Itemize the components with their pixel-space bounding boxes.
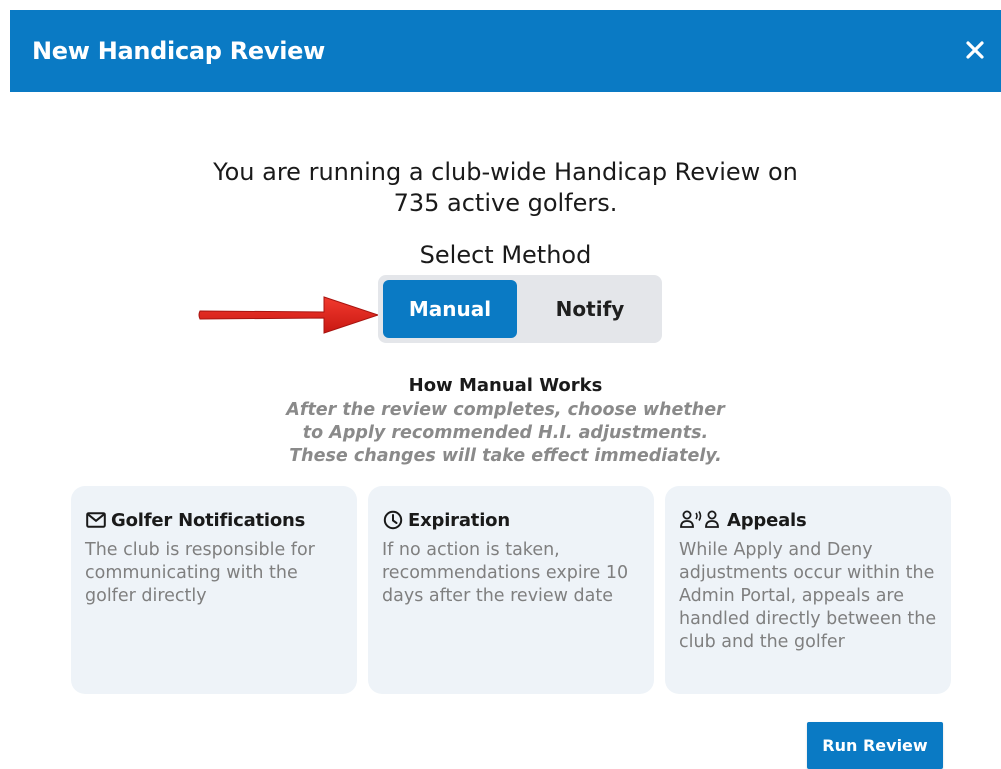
how-manual-works-description: After the review completes, choose wheth… bbox=[10, 399, 1001, 468]
select-method-heading: Select Method bbox=[419, 241, 592, 269]
card-body: The club is responsible for communicatin… bbox=[85, 540, 315, 606]
card-body: While Apply and Deny adjustments occur w… bbox=[679, 540, 937, 652]
how-line-2: to Apply recommended H.I. adjustments. bbox=[302, 423, 709, 443]
how-manual-works-title: How Manual Works bbox=[408, 375, 603, 396]
card-body: If no action is taken, recommendations e… bbox=[382, 540, 629, 606]
people-talking-icon bbox=[679, 509, 723, 531]
intro-line-2: 735 active golfers. bbox=[393, 189, 618, 217]
card-title: Golfer Notifications bbox=[111, 509, 306, 531]
modal-title: New Handicap Review bbox=[32, 37, 325, 65]
card-title: Expiration bbox=[408, 509, 510, 531]
card-header: Golfer Notifications bbox=[85, 509, 305, 531]
how-line-1: After the review completes, choose wheth… bbox=[286, 400, 725, 420]
clock-icon bbox=[382, 509, 404, 531]
close-icon bbox=[966, 41, 984, 59]
info-card-appeals: Appeals While Apply and Deny adjustments… bbox=[665, 486, 951, 694]
card-header: Appeals bbox=[679, 509, 807, 531]
red-arrow-annotation bbox=[198, 296, 380, 334]
info-card-golfer-notifications: Golfer Notifications The club is respons… bbox=[71, 486, 357, 694]
card-header: Expiration bbox=[382, 509, 510, 531]
info-card-expiration: Expiration If no action is taken, recomm… bbox=[368, 486, 654, 694]
mail-icon bbox=[85, 509, 107, 531]
close-button[interactable] bbox=[963, 38, 987, 62]
intro-line-1: You are running a club-wide Handicap Rev… bbox=[213, 158, 798, 186]
method-option-notify[interactable]: Notify bbox=[523, 280, 657, 338]
new-handicap-review-modal: New Handicap Review You are running a cl… bbox=[10, 10, 1001, 769]
method-option-manual[interactable]: Manual bbox=[383, 280, 517, 338]
card-title: Appeals bbox=[727, 509, 807, 531]
how-line-3: These changes will take effect immediate… bbox=[289, 446, 722, 466]
review-intro-text: You are running a club-wide Handicap Rev… bbox=[10, 157, 1001, 219]
modal-header: New Handicap Review bbox=[10, 10, 1001, 92]
method-toggle: Manual Notify bbox=[378, 275, 662, 343]
run-review-button[interactable]: Run Review bbox=[807, 722, 943, 769]
